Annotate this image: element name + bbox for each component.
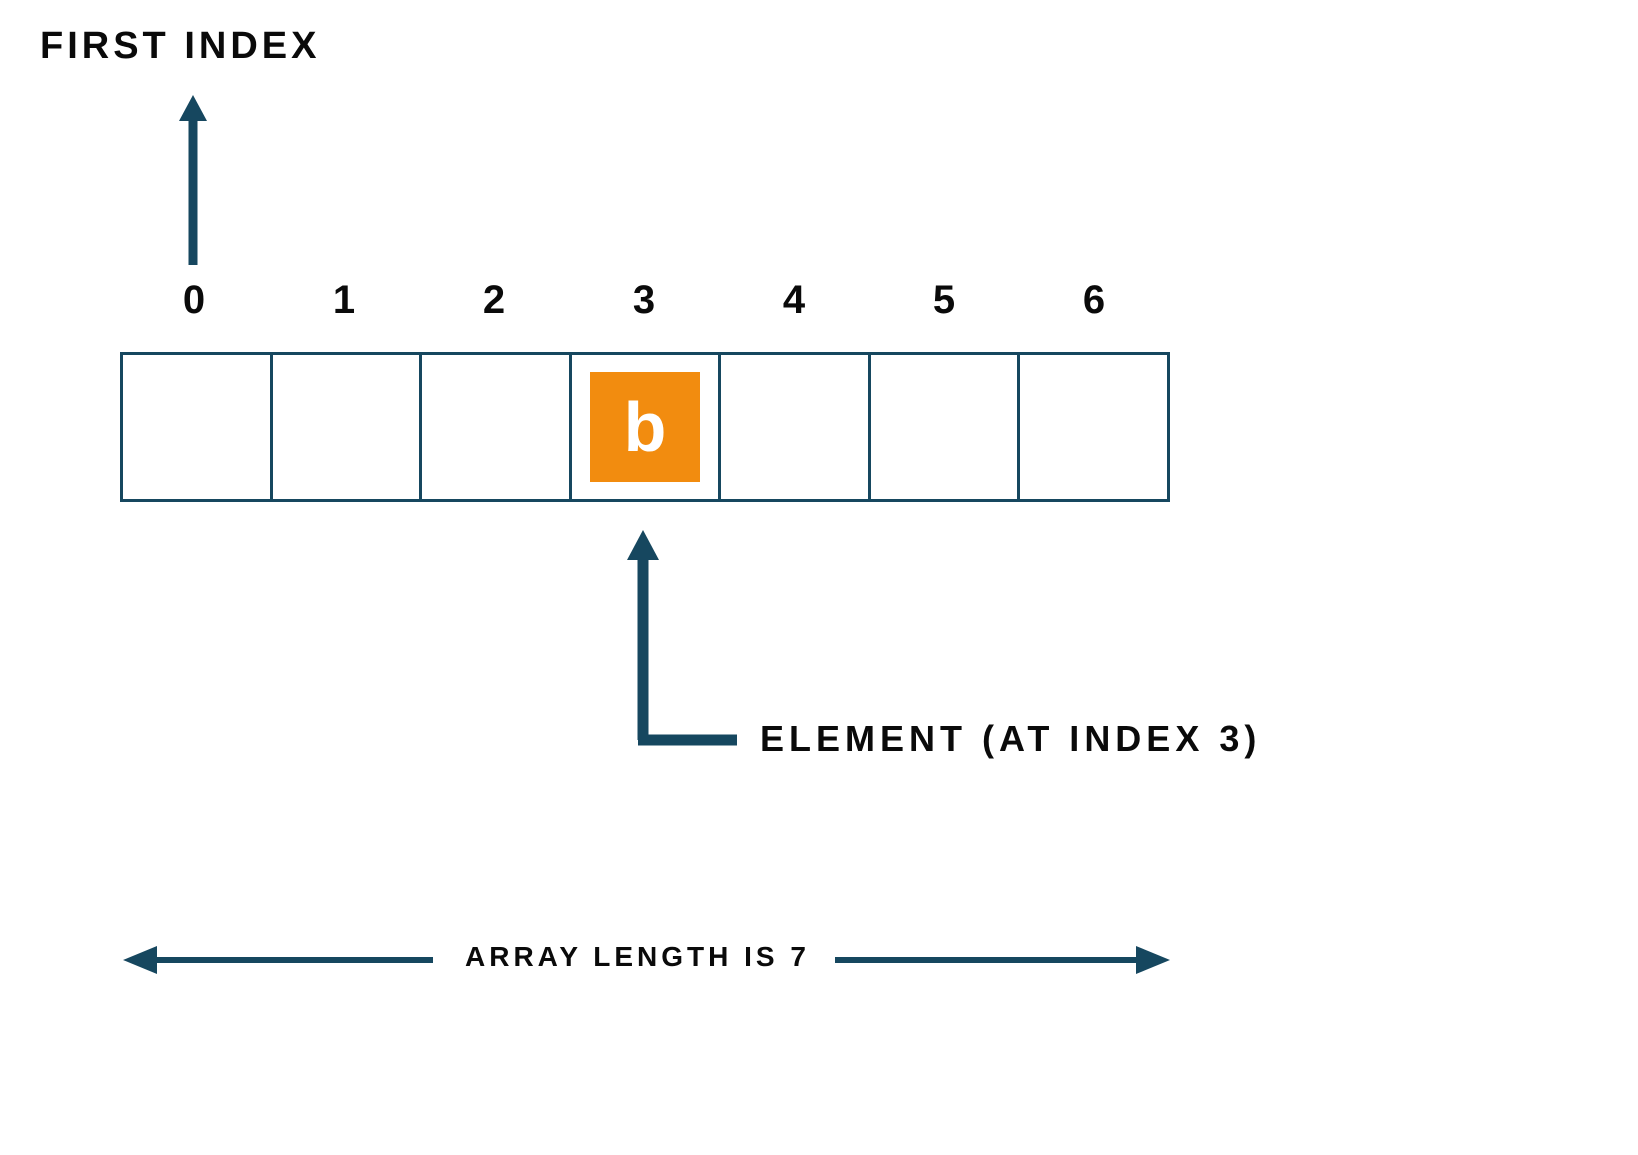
array-cell <box>273 355 423 499</box>
index-row: 0 1 2 3 4 5 6 <box>120 278 1170 323</box>
array-length-right-arrow-icon <box>835 940 1170 980</box>
element-at-index-label: ELEMENT (AT INDEX 3) <box>760 718 1261 760</box>
array-cell <box>871 355 1021 499</box>
element-box: b <box>590 372 700 482</box>
index-label: 0 <box>120 278 270 323</box>
array-cell <box>1020 355 1167 499</box>
array-length-left-arrow-icon <box>123 940 433 980</box>
array-cell <box>721 355 871 499</box>
array-cell: b <box>572 355 722 499</box>
index-label: 4 <box>720 278 870 323</box>
first-index-arrow-icon <box>173 95 213 265</box>
index-label: 6 <box>1020 278 1170 323</box>
element-arrow-icon <box>617 530 747 750</box>
index-label: 5 <box>870 278 1020 323</box>
array-length-label: ARRAY LENGTH IS 7 <box>465 941 810 973</box>
array-row: b <box>120 352 1170 502</box>
array-cell <box>422 355 572 499</box>
first-index-label: FIRST INDEX <box>40 25 320 68</box>
index-label: 2 <box>420 278 570 323</box>
index-label: 1 <box>270 278 420 323</box>
array-cell <box>123 355 273 499</box>
index-label: 3 <box>570 278 720 323</box>
